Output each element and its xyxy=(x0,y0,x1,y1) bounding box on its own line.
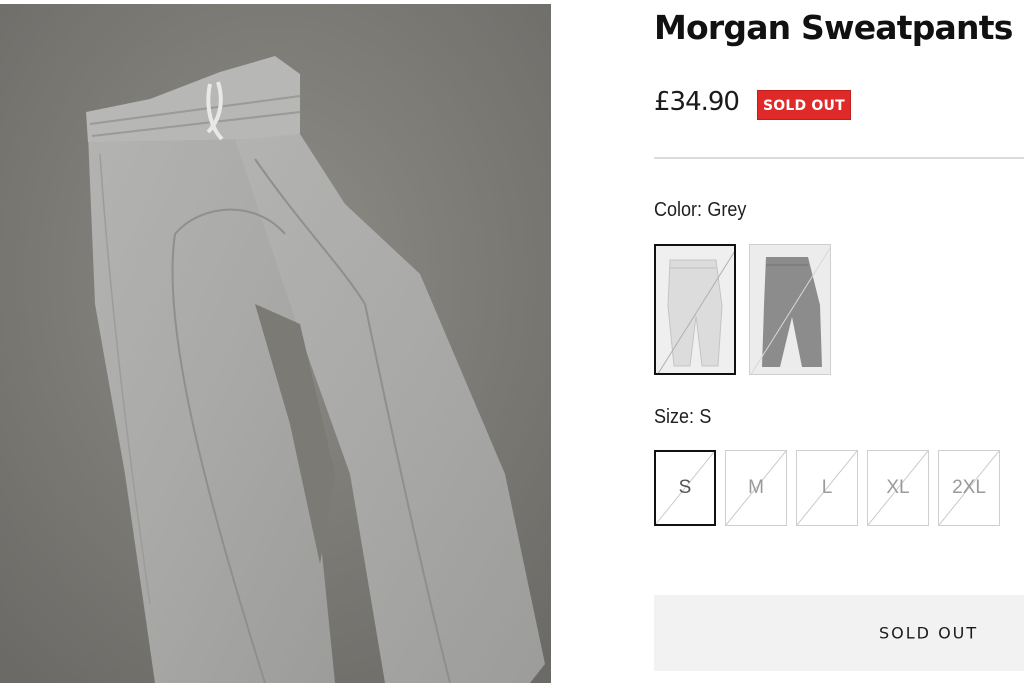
product-price: £34.90 xyxy=(654,87,740,117)
color-swatch-grey[interactable] xyxy=(654,244,736,375)
sold-out-button[interactable]: SOLD OUT xyxy=(654,595,1024,671)
sweatpants-photo-icon xyxy=(0,4,551,683)
dark-grey-sweatpants-thumbnail-icon xyxy=(750,245,830,374)
light-grey-sweatpants-thumbnail-icon xyxy=(656,246,734,373)
color-swatch-dark-grey[interactable] xyxy=(749,244,831,375)
size-option-label: L xyxy=(821,477,833,498)
divider xyxy=(654,157,1024,159)
selected-size-value: S xyxy=(699,406,712,428)
size-option-xl[interactable]: XL xyxy=(867,450,929,526)
size-option-2xl[interactable]: 2XL xyxy=(938,450,1000,526)
product-image[interactable] xyxy=(0,4,551,683)
product-title: Morgan Sweatpants xyxy=(654,8,1013,47)
size-option-m[interactable]: M xyxy=(725,450,787,526)
size-label-text: Size: xyxy=(654,406,695,428)
size-option-label: S xyxy=(678,477,692,498)
size-option-s[interactable]: S xyxy=(654,450,716,526)
product-info-panel: Morgan Sweatpants £34.90 SOLD OUT Color:… xyxy=(654,0,1024,683)
size-option-label: 2XL xyxy=(952,477,986,498)
sold-out-badge: SOLD OUT xyxy=(757,90,851,120)
size-option-label: M xyxy=(748,477,764,498)
sold-out-button-label: SOLD OUT xyxy=(879,623,979,643)
size-option-label: XL xyxy=(886,477,910,498)
selected-color-value: Grey xyxy=(707,199,747,221)
size-option-l[interactable]: L xyxy=(796,450,858,526)
color-label-text: Color: xyxy=(654,199,703,221)
size-option-label: Size: S xyxy=(654,406,711,429)
color-option-label: Color: Grey xyxy=(654,199,746,222)
